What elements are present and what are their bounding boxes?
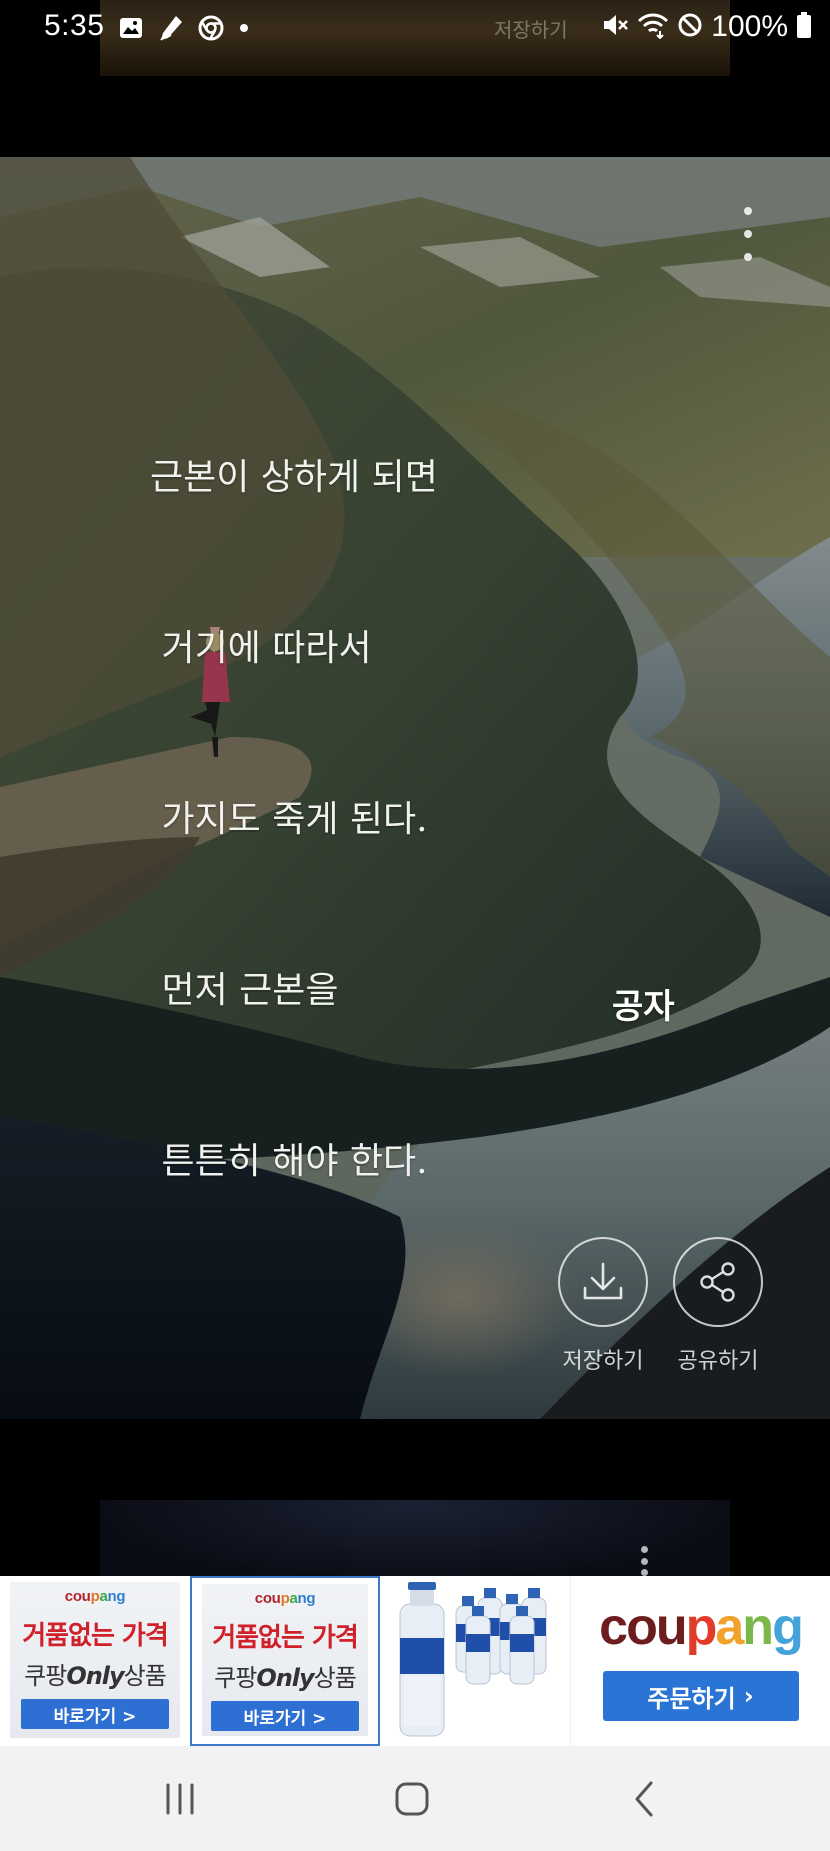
quote-card[interactable]: 근본이 상하게 되면 거기에 따라서 가지도 죽게 된다. 먼저 근본을 튼튼히… (0, 157, 830, 1419)
quote-line: 근본이 상하게 되면 (150, 457, 438, 498)
quote-text: 근본이 상하게 되면 거기에 따라서 가지도 죽게 된다. 먼저 근본을 튼튼히… (150, 335, 438, 1304)
more-dot-icon (640, 1569, 648, 1576)
home-button[interactable] (352, 1746, 472, 1851)
save-button[interactable]: 저장하기 (544, 1237, 662, 1375)
ad-go-button[interactable]: 바로가기 > (211, 1701, 359, 1731)
chevron-right-icon: › (743, 1682, 754, 1710)
save-label: 저장하기 (562, 1349, 644, 1374)
do-not-disturb-icon (677, 12, 703, 42)
ad-brand-tile[interactable]: coupang 주문하기 › (570, 1576, 830, 1746)
gallery-icon (118, 15, 144, 41)
recent-apps-button[interactable] (120, 1746, 240, 1851)
more-options-button[interactable] (736, 207, 760, 261)
system-icons: 100% (601, 10, 812, 44)
back-button[interactable] (584, 1746, 704, 1851)
order-button-label: 주문하기 (647, 1684, 736, 1713)
quote-line: 먼저 근본을 (150, 970, 339, 1011)
save-ring (558, 1237, 648, 1327)
ad-promo-tile[interactable]: coupang 거품없는 가격 쿠팡Only상품 바로가기 > (0, 1576, 190, 1746)
ad-promo-tile-selected[interactable]: coupang 거품없는 가격 쿠팡Only상품 바로가기 > (190, 1576, 380, 1746)
next-card-peek[interactable] (100, 1500, 730, 1580)
ad-banner[interactable]: coupang 거품없는 가격 쿠팡Only상품 바로가기 > coupang … (0, 1576, 830, 1746)
status-bar: 5:35 저장하기 100% (0, 0, 830, 58)
order-button[interactable]: 주문하기 › (602, 1671, 799, 1721)
more-dot-icon (744, 207, 752, 215)
status-time: 5:35 (44, 9, 105, 42)
quote-line: 거기에 따라서 (150, 628, 372, 669)
chrome-icon (198, 15, 224, 41)
share-label: 공유하기 (677, 1349, 759, 1374)
notification-dot-icon (238, 22, 250, 34)
ad-go-button[interactable]: 바로가기 > (21, 1699, 169, 1729)
coupang-logo: coupang (599, 1598, 804, 1656)
coupang-logo-small: coupang (64, 1588, 126, 1605)
notification-icons (118, 14, 250, 42)
home-icon (395, 1782, 429, 1815)
ad-subline: 쿠팡Only상품 (214, 1664, 357, 1692)
pen-icon (158, 14, 184, 42)
quote-line: 튼튼히 해야 한다. (150, 1141, 428, 1182)
download-icon (583, 1262, 623, 1300)
battery-icon (796, 11, 812, 43)
more-dot-icon (640, 1557, 648, 1565)
ad-headline: 거품없는 가격 (22, 1621, 169, 1651)
more-dot-icon (744, 253, 752, 261)
quote-author: 공자 (612, 987, 675, 1027)
share-icon (700, 1262, 735, 1302)
mute-icon (601, 11, 629, 43)
coupang-logo-small: coupang (254, 1590, 316, 1607)
next-card-more-button[interactable] (639, 1546, 649, 1576)
ad-promo-content: coupang 거품없는 가격 쿠팡Only상품 바로가기 > (10, 1582, 180, 1738)
battery-percent: 100% (711, 10, 788, 43)
wifi-icon (637, 11, 669, 43)
more-dot-icon (744, 230, 752, 238)
app-screen: 5:35 저장하기 100% 근본이 상하게 되면 거기에 따라서 가지도 죽게… (0, 0, 830, 1851)
quote-line: 가지도 죽게 된다. (150, 799, 428, 840)
back-icon (635, 1781, 653, 1816)
share-ring (673, 1237, 763, 1327)
status-ghost-label: 저장하기 (494, 18, 568, 42)
ad-subline: 쿠팡Only상품 (24, 1662, 167, 1690)
ad-headline: 거품없는 가격 (212, 1623, 359, 1653)
ad-product-tile[interactable] (380, 1576, 570, 1746)
share-button[interactable]: 공유하기 (659, 1237, 777, 1375)
ad-promo-content: coupang 거품없는 가격 쿠팡Only상품 바로가기 > (202, 1584, 368, 1736)
water-bottles-image (399, 1582, 547, 1737)
recent-apps-icon (166, 1783, 194, 1814)
more-dot-icon (640, 1546, 648, 1553)
system-navigation-bar (0, 1746, 830, 1851)
